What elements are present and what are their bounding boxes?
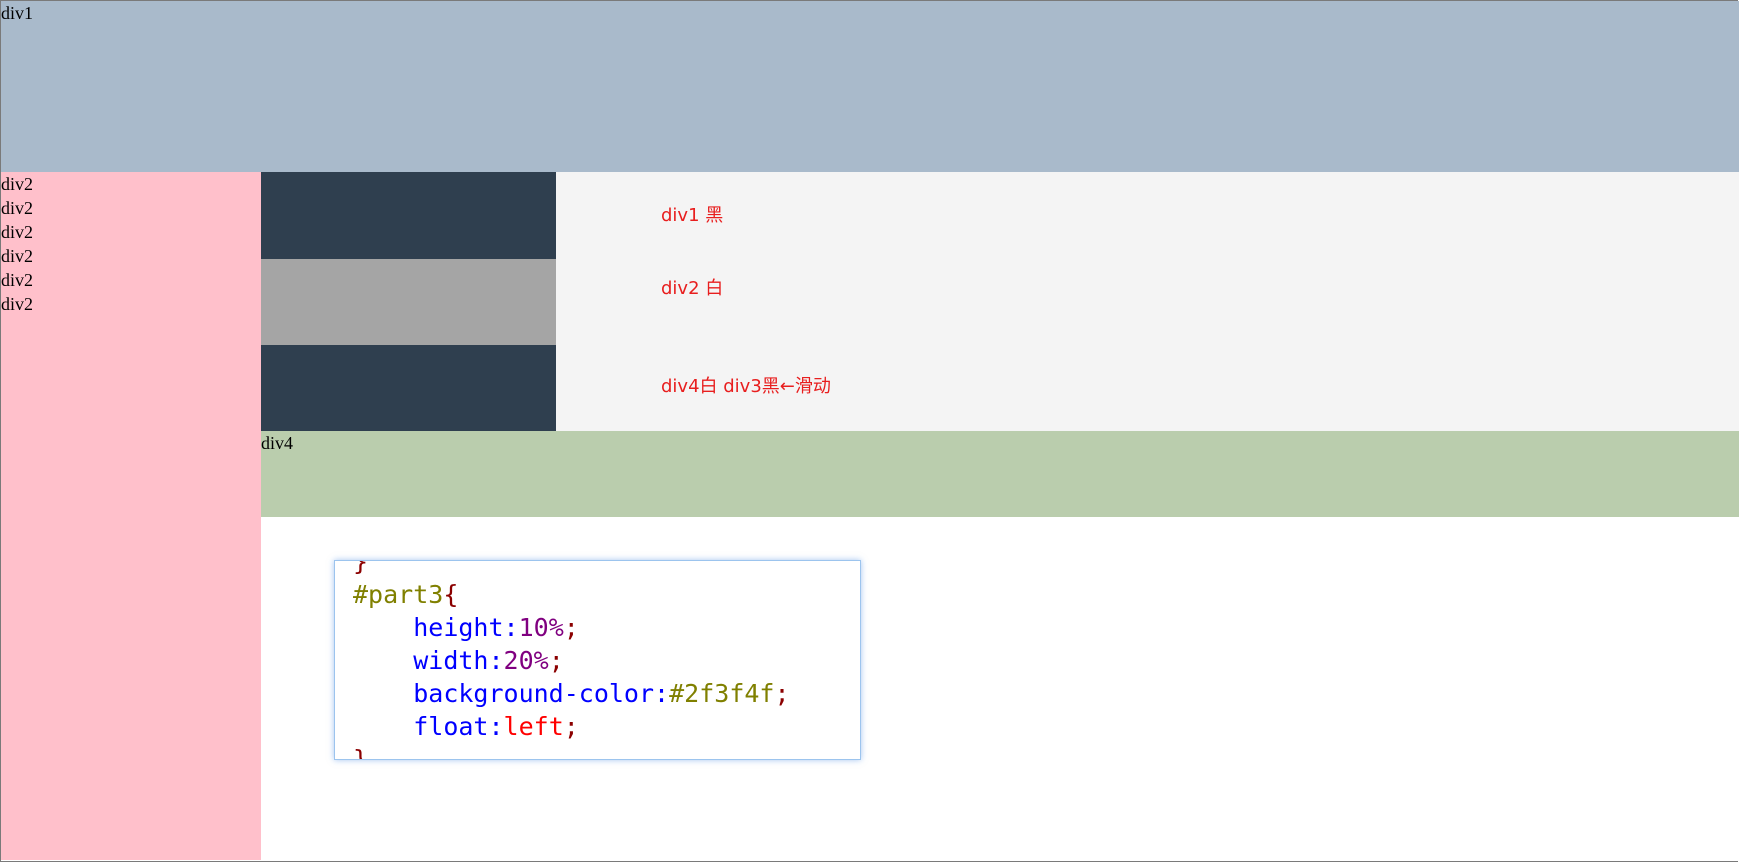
- div2-line: div2: [1, 294, 34, 314]
- code-property: float: [413, 712, 489, 741]
- div2-sidebar: div2 div2 div2 div2 div2 div2: [1, 172, 261, 860]
- code-value: 10%: [518, 613, 564, 642]
- code-value: 20%: [503, 646, 549, 675]
- div2-line: div2: [1, 246, 34, 266]
- code-property: background-color: [413, 679, 655, 708]
- div4-label: div4: [261, 433, 294, 453]
- note-div4-div3: div4白 div3黑←滑动: [661, 376, 831, 397]
- part1-dark-block: [261, 172, 556, 259]
- div4-band: div4: [261, 431, 1739, 517]
- stripe-section: div1 黑 div2 白 div4白 div3黑←滑动: [261, 172, 1739, 431]
- note-div2: div2 白: [661, 278, 724, 299]
- browser-viewport: div1 div2 div2 div2 div2 div2 div2 div1 …: [0, 0, 1739, 862]
- code-selector: #part3: [353, 580, 444, 609]
- code-value: left: [503, 712, 564, 741]
- code-property: width: [413, 646, 489, 675]
- content-area: div1 黑 div2 白 div4白 div3黑←滑动 div4 } #par…: [261, 172, 1739, 860]
- code-value: #2f3f4f: [669, 679, 775, 708]
- code-open-brace: {: [443, 580, 459, 609]
- code-top-fragment: }: [353, 560, 369, 576]
- div2-line: div2: [1, 222, 34, 242]
- code-snippet-popup: } #part3{ height:10%; width:20%; backgro…: [334, 560, 861, 760]
- code-block: } #part3{ height:10%; width:20%; backgro…: [353, 560, 790, 760]
- part3-dark-block: [261, 345, 556, 431]
- div2-line: div2: [1, 270, 34, 290]
- div2-line: div2: [1, 198, 34, 218]
- div2-line: div2: [1, 174, 34, 194]
- note-div1: div1 黑: [661, 205, 724, 226]
- part2-grey-block: [261, 259, 556, 345]
- div1-label: div1: [1, 3, 34, 23]
- code-close-brace: }: [353, 745, 369, 760]
- code-property: height: [413, 613, 504, 642]
- div1-header: div1: [1, 1, 1739, 172]
